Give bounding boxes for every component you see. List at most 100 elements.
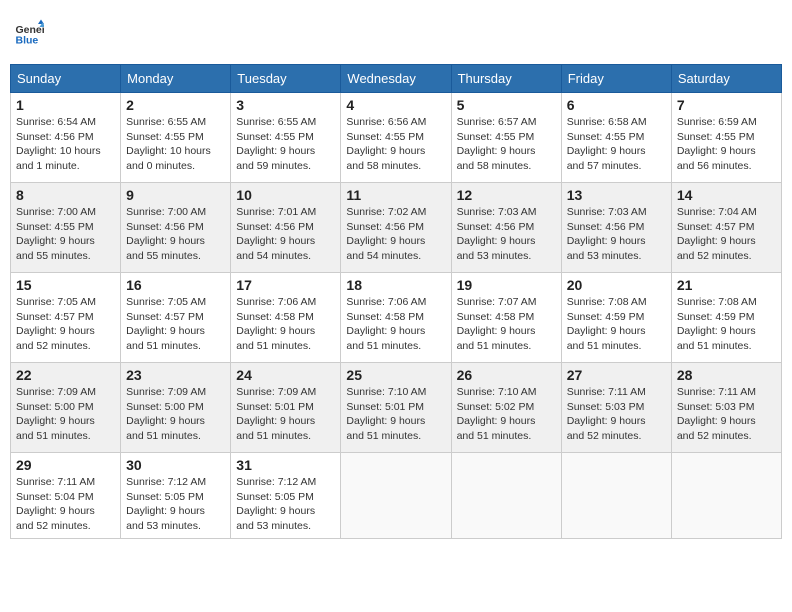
day-number: 19 (457, 277, 556, 293)
day-info: Sunrise: 6:54 AM Sunset: 4:56 PM Dayligh… (16, 115, 115, 174)
day-info: Sunrise: 6:55 AM Sunset: 4:55 PM Dayligh… (236, 115, 335, 174)
day-number: 21 (677, 277, 776, 293)
day-info: Sunrise: 7:11 AM Sunset: 5:04 PM Dayligh… (16, 475, 115, 534)
calendar-cell: 14 Sunrise: 7:04 AM Sunset: 4:57 PM Dayli… (671, 183, 781, 273)
calendar-cell: 16 Sunrise: 7:05 AM Sunset: 4:57 PM Dayli… (121, 273, 231, 363)
day-header-thursday: Thursday (451, 65, 561, 93)
calendar-cell: 29 Sunrise: 7:11 AM Sunset: 5:04 PM Dayli… (11, 453, 121, 539)
calendar-header-row: SundayMondayTuesdayWednesdayThursdayFrid… (11, 65, 782, 93)
day-info: Sunrise: 7:05 AM Sunset: 4:57 PM Dayligh… (126, 295, 225, 354)
calendar-week-1: 1 Sunrise: 6:54 AM Sunset: 4:56 PM Daylig… (11, 93, 782, 183)
day-header-saturday: Saturday (671, 65, 781, 93)
day-info: Sunrise: 7:09 AM Sunset: 5:00 PM Dayligh… (126, 385, 225, 444)
svg-text:Blue: Blue (16, 35, 39, 47)
calendar-week-4: 22 Sunrise: 7:09 AM Sunset: 5:00 PM Dayli… (11, 363, 782, 453)
calendar-cell: 13Sunrise: 7:03 AM Sunset: 4:56 PM Dayli… (561, 183, 671, 273)
calendar-cell (671, 453, 781, 539)
day-number: 15 (16, 277, 115, 293)
day-number: 16 (126, 277, 225, 293)
calendar-cell: 25 Sunrise: 7:10 AM Sunset: 5:01 PM Dayli… (341, 363, 451, 453)
day-number: 31 (236, 457, 335, 473)
calendar-cell: 1 Sunrise: 6:54 AM Sunset: 4:56 PM Daylig… (11, 93, 121, 183)
day-number: 6 (567, 97, 666, 113)
day-header-friday: Friday (561, 65, 671, 93)
day-info: Sunrise: 7:09 AM Sunset: 5:00 PM Dayligh… (16, 385, 115, 444)
day-info: Sunrise: 6:56 AM Sunset: 4:55 PM Dayligh… (346, 115, 445, 174)
calendar-cell: 18 Sunrise: 7:06 AM Sunset: 4:58 PM Dayli… (341, 273, 451, 363)
day-info: Sunrise: 6:57 AM Sunset: 4:55 PM Dayligh… (457, 115, 556, 174)
calendar-cell: 30 Sunrise: 7:12 AM Sunset: 5:05 PM Dayli… (121, 453, 231, 539)
day-number: 1 (16, 97, 115, 113)
day-number: 9 (126, 187, 225, 203)
day-number: 26 (457, 367, 556, 383)
day-number: 30 (126, 457, 225, 473)
day-number: 14 (677, 187, 776, 203)
calendar-cell: 4 Sunrise: 6:56 AM Sunset: 4:55 PM Daylig… (341, 93, 451, 183)
day-header-wednesday: Wednesday (341, 65, 451, 93)
calendar-cell: 24Sunrise: 7:09 AM Sunset: 5:01 PM Dayli… (231, 363, 341, 453)
day-header-monday: Monday (121, 65, 231, 93)
day-info: Sunrise: 7:08 AM Sunset: 4:59 PM Dayligh… (567, 295, 666, 354)
calendar-cell: 27 Sunrise: 7:11 AM Sunset: 5:03 PM Dayli… (561, 363, 671, 453)
day-number: 23 (126, 367, 225, 383)
day-number: 11 (346, 187, 445, 203)
day-info: Sunrise: 7:07 AM Sunset: 4:58 PM Dayligh… (457, 295, 556, 354)
day-info: Sunrise: 7:12 AM Sunset: 5:05 PM Dayligh… (236, 475, 335, 534)
calendar-cell: 8Sunrise: 7:00 AM Sunset: 4:55 PM Daylig… (11, 183, 121, 273)
calendar-week-3: 15 Sunrise: 7:05 AM Sunset: 4:57 PM Dayli… (11, 273, 782, 363)
calendar-cell: 11 Sunrise: 7:02 AM Sunset: 4:56 PM Dayli… (341, 183, 451, 273)
day-info: Sunrise: 6:55 AM Sunset: 4:55 PM Dayligh… (126, 115, 225, 174)
day-number: 12 (457, 187, 556, 203)
day-number: 27 (567, 367, 666, 383)
day-info: Sunrise: 7:00 AM Sunset: 4:56 PM Dayligh… (126, 205, 225, 264)
day-info: Sunrise: 7:09 AM Sunset: 5:01 PM Dayligh… (236, 385, 335, 444)
calendar-cell (341, 453, 451, 539)
day-info: Sunrise: 7:08 AM Sunset: 4:59 PM Dayligh… (677, 295, 776, 354)
day-number: 17 (236, 277, 335, 293)
day-info: Sunrise: 7:05 AM Sunset: 4:57 PM Dayligh… (16, 295, 115, 354)
calendar-cell: 31 Sunrise: 7:12 AM Sunset: 5:05 PM Dayli… (231, 453, 341, 539)
day-info: Sunrise: 7:10 AM Sunset: 5:02 PM Dayligh… (457, 385, 556, 444)
logo: General Blue (14, 18, 46, 48)
day-number: 22 (16, 367, 115, 383)
day-info: Sunrise: 7:03 AM Sunset: 4:56 PM Dayligh… (567, 205, 666, 264)
day-number: 20 (567, 277, 666, 293)
calendar-week-2: 8Sunrise: 7:00 AM Sunset: 4:55 PM Daylig… (11, 183, 782, 273)
day-number: 18 (346, 277, 445, 293)
day-number: 3 (236, 97, 335, 113)
calendar-cell: 2 Sunrise: 6:55 AM Sunset: 4:55 PM Daylig… (121, 93, 231, 183)
calendar-cell: 22 Sunrise: 7:09 AM Sunset: 5:00 PM Dayli… (11, 363, 121, 453)
calendar-cell: 23 Sunrise: 7:09 AM Sunset: 5:00 PM Dayli… (121, 363, 231, 453)
day-info: Sunrise: 7:10 AM Sunset: 5:01 PM Dayligh… (346, 385, 445, 444)
day-number: 25 (346, 367, 445, 383)
calendar-cell: 12 Sunrise: 7:03 AM Sunset: 4:56 PM Dayli… (451, 183, 561, 273)
day-info: Sunrise: 7:03 AM Sunset: 4:56 PM Dayligh… (457, 205, 556, 264)
day-number: 5 (457, 97, 556, 113)
day-info: Sunrise: 7:12 AM Sunset: 5:05 PM Dayligh… (126, 475, 225, 534)
day-info: Sunrise: 7:04 AM Sunset: 4:57 PM Dayligh… (677, 205, 776, 264)
day-info: Sunrise: 7:11 AM Sunset: 5:03 PM Dayligh… (677, 385, 776, 444)
calendar-cell: 20 Sunrise: 7:08 AM Sunset: 4:59 PM Dayli… (561, 273, 671, 363)
day-info: Sunrise: 7:06 AM Sunset: 4:58 PM Dayligh… (236, 295, 335, 354)
day-info: Sunrise: 6:58 AM Sunset: 4:55 PM Dayligh… (567, 115, 666, 174)
day-info: Sunrise: 7:02 AM Sunset: 4:56 PM Dayligh… (346, 205, 445, 264)
calendar-week-5: 29 Sunrise: 7:11 AM Sunset: 5:04 PM Dayli… (11, 453, 782, 539)
calendar-cell: 19 Sunrise: 7:07 AM Sunset: 4:58 PM Dayli… (451, 273, 561, 363)
calendar-cell (561, 453, 671, 539)
calendar-cell: 15 Sunrise: 7:05 AM Sunset: 4:57 PM Dayli… (11, 273, 121, 363)
calendar-cell: 9 Sunrise: 7:00 AM Sunset: 4:56 PM Daylig… (121, 183, 231, 273)
day-number: 7 (677, 97, 776, 113)
day-info: Sunrise: 7:01 AM Sunset: 4:56 PM Dayligh… (236, 205, 335, 264)
day-info: Sunrise: 7:06 AM Sunset: 4:58 PM Dayligh… (346, 295, 445, 354)
calendar-table: SundayMondayTuesdayWednesdayThursdayFrid… (10, 64, 782, 539)
calendar-cell: 5 Sunrise: 6:57 AM Sunset: 4:55 PM Daylig… (451, 93, 561, 183)
day-number: 10 (236, 187, 335, 203)
day-info: Sunrise: 7:00 AM Sunset: 4:55 PM Dayligh… (16, 205, 115, 264)
logo-icon: General Blue (14, 18, 44, 48)
calendar-cell: 7Sunrise: 6:59 AM Sunset: 4:55 PM Daylig… (671, 93, 781, 183)
day-number: 2 (126, 97, 225, 113)
day-number: 28 (677, 367, 776, 383)
day-number: 4 (346, 97, 445, 113)
day-info: Sunrise: 7:11 AM Sunset: 5:03 PM Dayligh… (567, 385, 666, 444)
day-number: 29 (16, 457, 115, 473)
